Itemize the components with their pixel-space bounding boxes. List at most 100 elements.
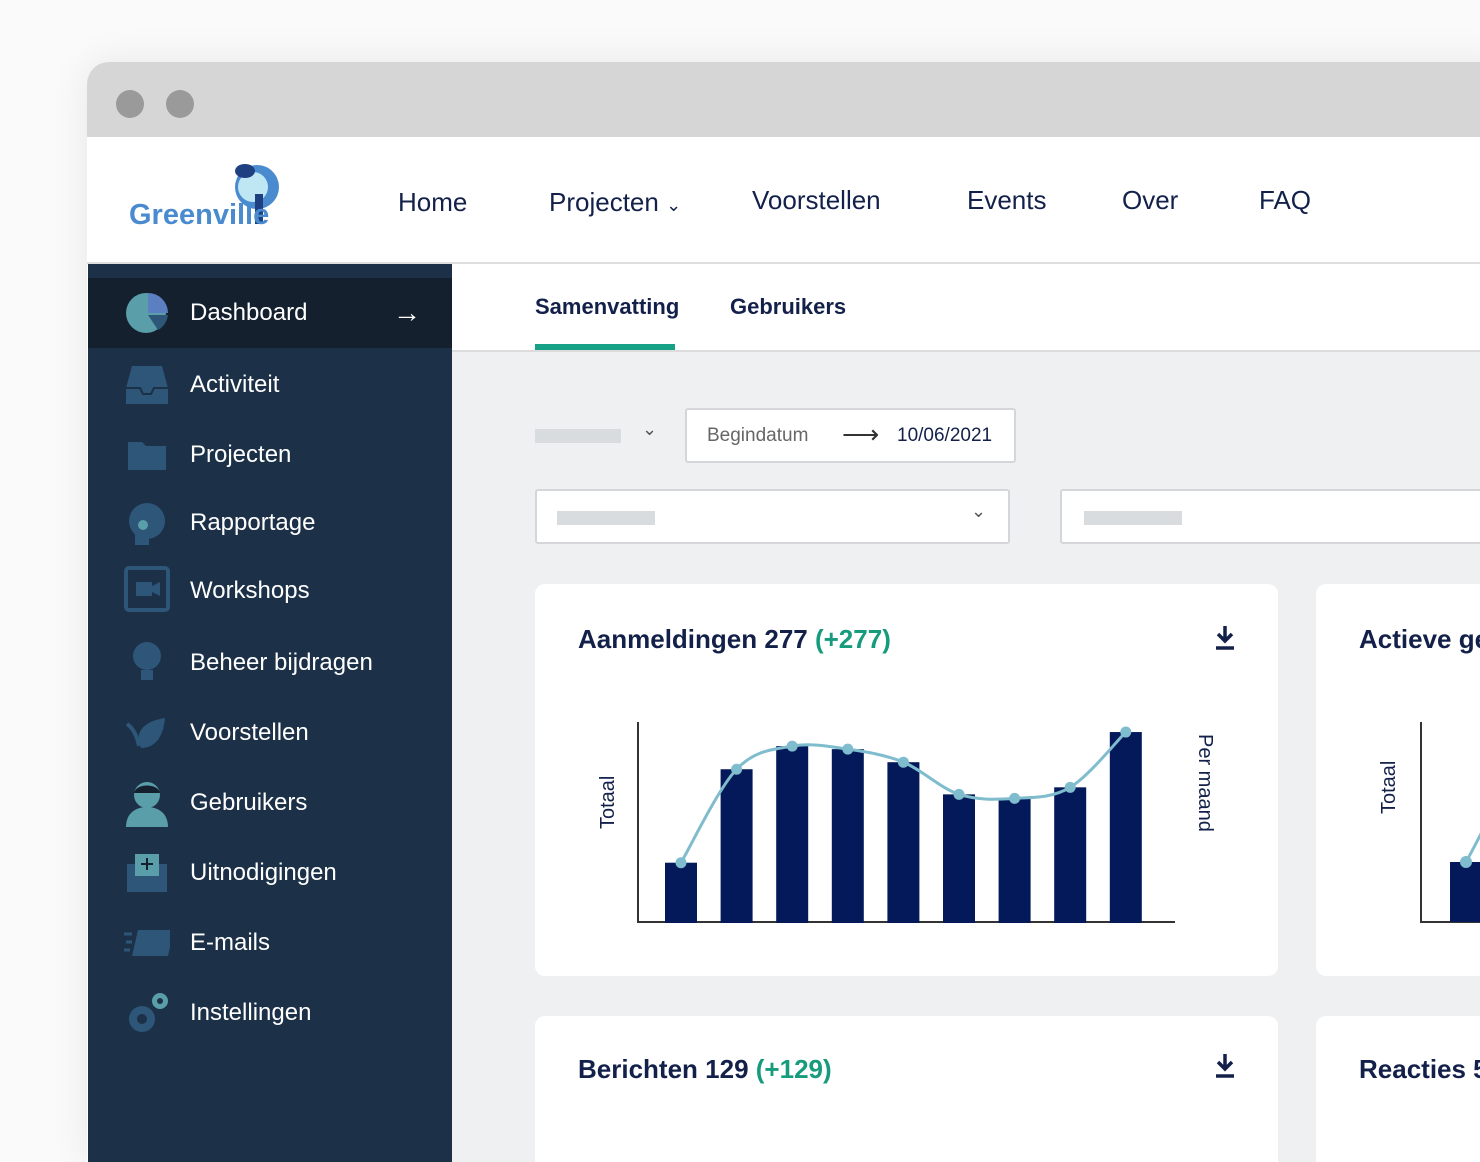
download-icon[interactable] bbox=[1214, 1052, 1236, 1078]
sidebar-item-rapportage[interactable]: Rapportage bbox=[88, 488, 452, 558]
y-axis-label: Totaal bbox=[1378, 761, 1400, 814]
trend-point bbox=[731, 763, 743, 775]
chevron-down-icon[interactable]: ⌄ bbox=[642, 419, 657, 440]
window-minimize-button[interactable] bbox=[166, 90, 194, 118]
sidebar-item-gebruikers[interactable]: Gebruikers bbox=[88, 768, 452, 838]
sidebar-item-instellingen[interactable]: Instellingen bbox=[88, 978, 452, 1048]
arrow-right-icon: ⟶ bbox=[842, 419, 880, 449]
chart-card-actieve: Actieve ge Totaal bbox=[1316, 584, 1480, 976]
bar bbox=[1450, 862, 1480, 922]
sidebar-item-dashboard[interactable]: Dashboard → bbox=[88, 278, 452, 348]
sidebar-item-label: Voorstellen bbox=[190, 719, 309, 746]
trend-line bbox=[1464, 832, 1480, 863]
sidebar-item-label: Projecten bbox=[190, 441, 292, 468]
x-axis-label: Per maand bbox=[1194, 734, 1216, 832]
pie-chart-icon bbox=[124, 290, 170, 336]
nav-projecten[interactable]: Projecten ⌄ bbox=[549, 187, 681, 218]
head-gear-icon bbox=[124, 500, 170, 546]
sidebar-item-label: E-mails bbox=[190, 929, 271, 956]
user-icon bbox=[124, 780, 170, 827]
filter-select-2[interactable] bbox=[1060, 489, 1480, 544]
sidebar-item-label: Activiteit bbox=[190, 371, 280, 398]
chart-card-berichten: Berichten 129 (+129) bbox=[535, 1016, 1278, 1162]
top-navigation: Greenville Home Projecten ⌄ Voorstellen … bbox=[87, 137, 1480, 264]
y-axis-label: Totaal bbox=[597, 776, 619, 829]
nav-projecten-label: Projecten bbox=[549, 187, 659, 217]
sidebar-item-label: Rapportage bbox=[190, 509, 316, 536]
bar bbox=[1054, 787, 1087, 923]
nav-over[interactable]: Over bbox=[1122, 185, 1178, 216]
bar bbox=[720, 769, 753, 923]
sidebar-item-label: Dashboard bbox=[190, 299, 308, 326]
trend-point bbox=[1120, 726, 1132, 738]
tab-gebruikers[interactable]: Gebruikers bbox=[730, 294, 846, 320]
bar bbox=[887, 762, 920, 923]
chart: Totaal Per maand bbox=[597, 722, 1216, 923]
card-title: Reacties 5 bbox=[1359, 1054, 1480, 1084]
tab-bar: Samenvatting Gebruikers bbox=[452, 264, 1480, 352]
lightbulb-icon bbox=[124, 640, 170, 686]
chart-card-reacties: Reacties 5 bbox=[1316, 1016, 1480, 1162]
sidebar-item-uitnodigingen[interactable]: Uitnodigingen bbox=[88, 838, 452, 908]
window-titlebar bbox=[87, 62, 1480, 137]
folder-icon bbox=[124, 432, 170, 478]
logo[interactable]: Greenville bbox=[129, 162, 289, 232]
chevron-down-icon: ⌄ bbox=[971, 501, 987, 521]
bar bbox=[1109, 732, 1142, 923]
sidebar-item-workshops[interactable]: Workshops bbox=[88, 556, 452, 626]
leaf-icon bbox=[124, 710, 170, 756]
main-content: Samenvatting Gebruikers ⌄ Begindatum ⟶ 1… bbox=[452, 264, 1480, 1162]
sidebar-item-label: Workshops bbox=[190, 577, 310, 604]
gears-icon bbox=[124, 990, 170, 1036]
card-title-text: Berichten 129 bbox=[578, 1054, 749, 1084]
trend-point bbox=[675, 857, 687, 869]
active-tab-indicator bbox=[535, 344, 675, 350]
video-icon bbox=[124, 566, 170, 614]
chart-partial: Totaal bbox=[1378, 722, 1480, 923]
trend-point bbox=[1009, 792, 1021, 804]
window-close-button[interactable] bbox=[116, 90, 144, 118]
inbox-icon bbox=[124, 362, 170, 408]
sidebar-item-voorstellen[interactable]: Voorstellen bbox=[88, 698, 452, 768]
trend-point bbox=[897, 756, 909, 768]
select-placeholder bbox=[557, 511, 655, 525]
sidebar-item-projecten[interactable]: Projecten bbox=[88, 420, 452, 490]
bar bbox=[831, 749, 864, 923]
bar bbox=[943, 794, 975, 923]
trend-point bbox=[1064, 781, 1076, 793]
sidebar: Dashboard → Activiteit Projecten Rapport… bbox=[88, 264, 452, 1162]
logo-text: Greenville bbox=[129, 199, 270, 231]
bar bbox=[776, 746, 809, 923]
chart-card-aanmeldingen: Aanmeldingen 277 (+277) Totaal Per maand bbox=[535, 584, 1278, 976]
card-delta: (+129) bbox=[755, 1054, 832, 1084]
sidebar-item-beheer-bijdragen[interactable]: Beheer bijdragen bbox=[88, 628, 452, 698]
period-select[interactable] bbox=[535, 429, 621, 443]
card-title: Berichten 129 (+129) bbox=[578, 1054, 832, 1085]
sidebar-item-label: Beheer bijdragen bbox=[190, 649, 373, 676]
trend-point bbox=[786, 740, 798, 752]
filter-select-1[interactable]: ⌄ bbox=[535, 489, 1010, 544]
arrow-right-icon: → bbox=[393, 297, 421, 328]
tab-samenvatting[interactable]: Samenvatting bbox=[535, 294, 679, 320]
sidebar-item-label: Uitnodigingen bbox=[190, 859, 337, 886]
envelope-plus-icon bbox=[124, 850, 170, 896]
trend-point bbox=[953, 788, 965, 800]
nav-faq[interactable]: FAQ bbox=[1259, 185, 1311, 216]
sidebar-item-activiteit[interactable]: Activiteit bbox=[88, 350, 452, 420]
bar bbox=[998, 798, 1031, 923]
nav-home[interactable]: Home bbox=[398, 187, 467, 218]
end-date-input[interactable]: 10/06/2021 bbox=[897, 425, 992, 447]
bar bbox=[665, 862, 697, 923]
browser-window: Greenville Home Projecten ⌄ Voorstellen … bbox=[87, 62, 1480, 1162]
sidebar-item-label: Gebruikers bbox=[190, 789, 308, 816]
chevron-down-icon: ⌄ bbox=[666, 195, 682, 215]
trend-point bbox=[842, 743, 854, 755]
nav-voorstellen[interactable]: Voorstellen bbox=[752, 185, 881, 216]
select-placeholder bbox=[1084, 511, 1182, 525]
start-date-input[interactable]: Begindatum bbox=[707, 425, 808, 447]
nav-events[interactable]: Events bbox=[967, 185, 1047, 216]
date-range-input[interactable]: Begindatum ⟶ 10/06/2021 bbox=[685, 408, 1016, 463]
sidebar-item-e-mails[interactable]: E-mails bbox=[88, 908, 452, 978]
sidebar-item-label: Instellingen bbox=[190, 999, 312, 1026]
email-fast-icon bbox=[124, 920, 170, 966]
